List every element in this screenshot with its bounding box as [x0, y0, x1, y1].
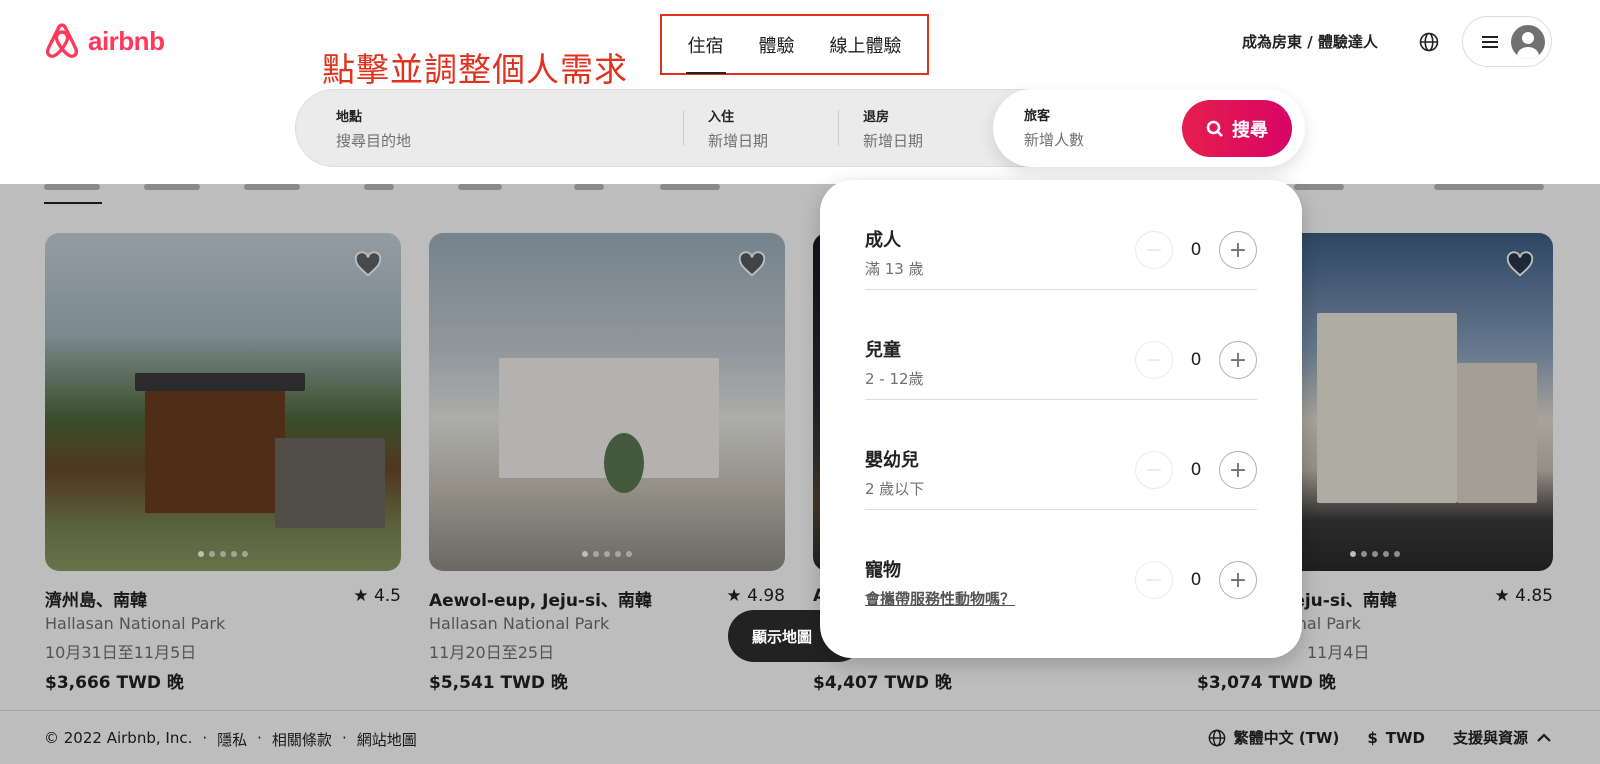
search-bar: 地點 搜尋目的地 入住 新增日期 退房 新增日期 旅客 新增人數 [295, 89, 1305, 168]
increment-button[interactable]: + [1219, 451, 1257, 489]
search-icon [1206, 120, 1223, 137]
decrement-button[interactable]: − [1135, 231, 1173, 269]
globe-icon [1419, 32, 1439, 52]
stay-type-tabs: 住宿 體驗 線上體驗 [660, 14, 929, 75]
stepper-value: 0 [1190, 460, 1202, 480]
checkin-label: 入住 [708, 110, 735, 125]
avatar [1511, 24, 1545, 59]
service-animal-link[interactable]: 會攜帶服務性動物嗎？ [865, 588, 1015, 609]
stepper-value: 0 [1190, 350, 1202, 370]
decrement-button[interactable]: − [1135, 341, 1173, 379]
tab-stays[interactable]: 住宿 [684, 26, 728, 74]
search-button-label: 搜尋 [1232, 119, 1268, 141]
location-field[interactable]: 地點 搜尋目的地 [296, 90, 681, 168]
decrement-button[interactable]: − [1135, 451, 1173, 489]
decrement-button[interactable]: − [1135, 561, 1173, 599]
infants-stepper: − 0 + [1135, 451, 1257, 489]
airbnb-logo-icon [45, 23, 79, 58]
search-button[interactable]: 搜尋 [1182, 100, 1292, 157]
guest-type-label: 兒童 [865, 340, 901, 361]
location-placeholder: 搜尋目的地 [336, 132, 412, 150]
become-host-link[interactable]: 成為房東 / 體驗達人 [1242, 31, 1378, 52]
guest-picker-panel: 成人 滿 13 歲 − 0 + 兒童 2 - 12歲 − 0 + 嬰幼兒 2 歲… [820, 180, 1302, 658]
user-menu-button[interactable] [1462, 16, 1552, 67]
guest-type-label: 嬰幼兒 [865, 450, 919, 471]
guest-type-label: 寵物 [865, 560, 901, 581]
location-label: 地點 [336, 110, 363, 125]
hamburger-icon [1482, 35, 1498, 48]
tab-online-experiences[interactable]: 線上體驗 [826, 26, 906, 64]
guest-row-infants: 嬰幼兒 2 歲以下 − 0 + [865, 400, 1257, 510]
guest-type-label: 成人 [865, 230, 901, 251]
guest-row-adults: 成人 滿 13 歲 − 0 + [865, 180, 1257, 290]
children-stepper: − 0 + [1135, 341, 1257, 379]
stepper-value: 0 [1190, 570, 1202, 590]
guest-type-hint: 2 歲以下 [865, 480, 925, 498]
increment-button[interactable]: + [1219, 231, 1257, 269]
checkin-field[interactable]: 入住 新增日期 [684, 90, 839, 168]
annotation-callout: 點擊並調整個人需求 [322, 50, 628, 89]
guest-row-children: 兒童 2 - 12歲 − 0 + [865, 290, 1257, 400]
guest-type-hint: 滿 13 歲 [865, 260, 924, 278]
language-button[interactable] [1414, 27, 1444, 57]
checkout-label: 退房 [863, 110, 890, 125]
adults-stepper: − 0 + [1135, 231, 1257, 269]
airbnb-wordmark: airbnb [88, 25, 165, 56]
guest-row-pets: 寵物 會攜帶服務性動物嗎？ − 0 + [865, 510, 1257, 620]
airbnb-logo[interactable]: airbnb [44, 22, 165, 60]
modal-backdrop[interactable] [0, 184, 1600, 764]
pets-stepper: − 0 + [1135, 561, 1257, 599]
increment-button[interactable]: + [1219, 341, 1257, 379]
tab-experiences[interactable]: 體驗 [755, 26, 799, 64]
checkout-placeholder: 新增日期 [863, 132, 924, 150]
header: airbnb 點擊並調整個人需求 住宿 體驗 線上體驗 成為房東 / 體驗達人 … [0, 0, 1600, 184]
increment-button[interactable]: + [1219, 561, 1257, 599]
stepper-value: 0 [1190, 240, 1202, 260]
checkin-placeholder: 新增日期 [708, 132, 769, 150]
checkout-field[interactable]: 退房 新增日期 [839, 90, 994, 168]
guest-type-hint: 2 - 12歲 [865, 370, 924, 388]
